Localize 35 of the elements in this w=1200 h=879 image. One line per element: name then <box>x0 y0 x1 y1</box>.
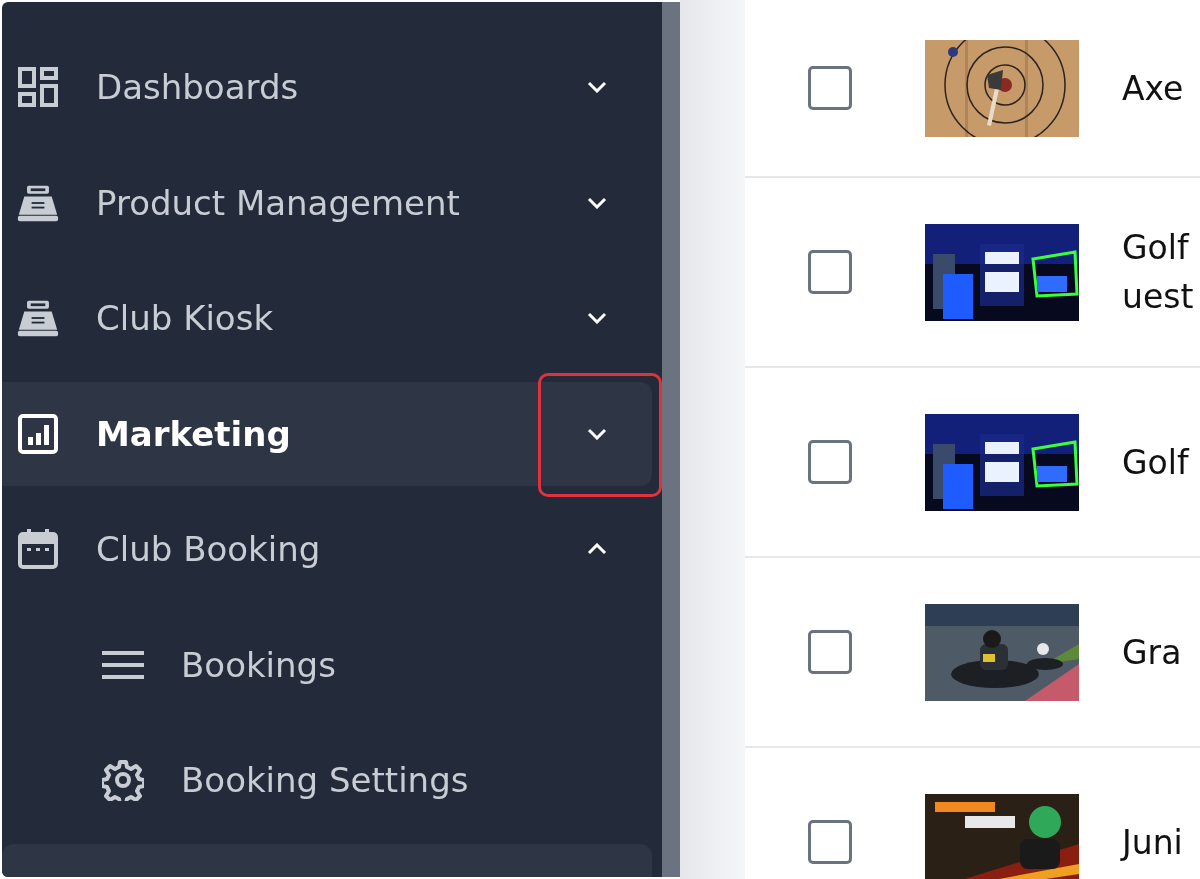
settings-icon <box>102 759 144 801</box>
bar-chart-icon <box>17 412 59 455</box>
menu-item[interactable]: Product Management <box>2 150 652 255</box>
menu-label: Booking Settings <box>181 760 470 800</box>
chevron-down-icon[interactable] <box>587 81 607 93</box>
scrollbar[interactable] <box>662 2 680 877</box>
menu-label: Club Booking <box>96 529 322 569</box>
row-title: Gra <box>1122 631 1182 674</box>
menu-item[interactable]: Club Kiosk <box>2 266 652 370</box>
row-title: uest <box>1122 276 1194 318</box>
row-title: Axe <box>1122 67 1184 110</box>
row-title: Golf <box>1122 441 1189 484</box>
row-title: Golf <box>1122 227 1191 269</box>
menu-label: Marketing <box>96 413 292 454</box>
checkbox[interactable] <box>808 630 852 674</box>
submenu-item[interactable]: Bookings <box>2 612 652 717</box>
calendar-icon <box>17 528 59 570</box>
submenu-item[interactable]: Booking Settings <box>2 728 652 832</box>
checkbox[interactable] <box>808 440 852 484</box>
menu-item[interactable]: Marketing <box>2 381 652 486</box>
menu-label: Bookings <box>181 644 337 685</box>
menu-label: Club Kiosk <box>96 298 275 338</box>
chevron-down-icon[interactable] <box>587 312 607 324</box>
menu-label: Dashboards <box>96 67 300 107</box>
row-title: Juni <box>1122 821 1183 864</box>
menu-label: Product Management <box>96 182 461 223</box>
checkbox[interactable] <box>808 66 852 110</box>
dashboard-icon <box>17 66 59 108</box>
menu-item[interactable]: Club Booking <box>2 497 652 601</box>
chevron-down-icon[interactable] <box>587 427 607 440</box>
checkbox[interactable] <box>808 250 852 294</box>
chevron-down-icon[interactable] <box>587 196 607 209</box>
menu-item[interactable]: Dashboards <box>2 35 652 139</box>
checkbox[interactable] <box>808 820 852 864</box>
chevron-up-icon[interactable] <box>587 543 607 555</box>
